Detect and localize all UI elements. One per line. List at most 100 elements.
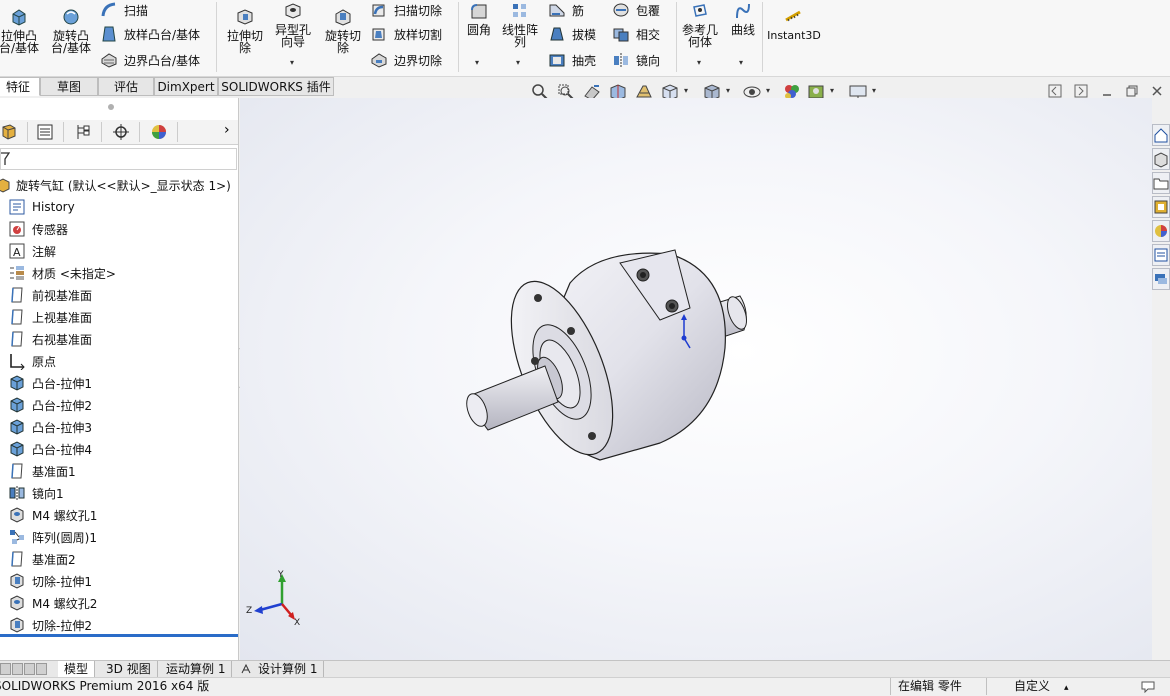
wrap-button[interactable]: 包覆	[612, 0, 660, 20]
instant3d-label: Instant3D	[767, 29, 821, 42]
unit-system-dropdown[interactable]: 自定义 ▴	[1014, 679, 1069, 694]
property-manager-tab[interactable]	[26, 122, 64, 142]
tree-item[interactable]: 基准面1	[8, 460, 76, 482]
configuration-manager-tab[interactable]	[64, 122, 102, 142]
tab-3d-view[interactable]: 3D 视图	[100, 661, 158, 677]
view-settings-dropdown[interactable]: ▾	[872, 86, 876, 95]
tab-features[interactable]: 特征	[0, 77, 40, 96]
curves-dropdown[interactable]: ▾	[739, 58, 743, 67]
scroll-first-icon[interactable]	[0, 663, 11, 675]
tree-item[interactable]: 材质 <未指定>	[8, 262, 116, 284]
scroll-next-icon[interactable]	[24, 663, 35, 675]
reference-geometry-dropdown[interactable]: ▾	[697, 58, 701, 67]
tab-evaluate[interactable]: 评估	[98, 77, 154, 96]
tab-sketch[interactable]: 草图	[40, 77, 98, 96]
tree-item[interactable]: 前视基准面	[8, 284, 92, 306]
display-manager-tab[interactable]	[140, 122, 178, 142]
task-pane-appearances-tab[interactable]	[1152, 220, 1170, 242]
display-style-dropdown[interactable]: ▾	[726, 86, 730, 95]
hole-wizard-button[interactable]: 异型孔 向导	[270, 2, 316, 48]
revolved-cut-button[interactable]: 旋转切 除	[320, 8, 366, 54]
mirror-button[interactable]: 镜向	[612, 50, 660, 70]
close-icon[interactable]	[1150, 84, 1164, 98]
forum-icon	[1155, 274, 1167, 284]
boundary-boss-button[interactable]: 边界凸台/基体	[100, 50, 200, 70]
tree-item[interactable]: 切除-拉伸2	[8, 614, 92, 636]
reference-triad[interactable]	[254, 574, 295, 620]
apply-scene-dropdown[interactable]: ▾	[830, 86, 834, 95]
graphics-area[interactable]: Y Z X	[240, 98, 1152, 660]
extruded-cut-button[interactable]: 拉伸切 除	[222, 8, 268, 54]
task-pane-view-palette-tab[interactable]	[1152, 196, 1170, 218]
scroll-last-icon[interactable]	[36, 663, 47, 675]
revolved-boss-button[interactable]: 旋转凸 台/基体	[46, 8, 96, 54]
instant3d-button[interactable]: Instant3D	[766, 8, 822, 42]
fillet-dropdown[interactable]: ▾	[475, 58, 479, 67]
tab-dimxpert[interactable]: DimXpert	[154, 77, 218, 96]
document-prev-icon[interactable]	[1048, 84, 1062, 98]
feature-manager-tab[interactable]	[0, 122, 28, 142]
reference-geometry-button[interactable]: 参考几 何体	[678, 2, 722, 48]
minimize-icon[interactable]	[1100, 84, 1114, 98]
task-pane-custom-properties-tab[interactable]	[1152, 244, 1170, 266]
tab-solidworks-addins[interactable]: SOLIDWORKS 插件	[218, 77, 334, 96]
tab-design-study[interactable]: 设计算例 1	[236, 661, 325, 677]
extruded-boss-button[interactable]: 拉伸凸 台/基体	[0, 8, 44, 54]
linear-pattern-dropdown[interactable]: ▾	[516, 58, 520, 67]
view-orientation-dropdown[interactable]: ▾	[684, 86, 688, 95]
front-shaft[interactable]	[463, 365, 559, 431]
extruded-boss-label: 拉伸凸 台/基体	[0, 29, 40, 55]
swept-boss-button[interactable]: 扫描	[100, 0, 148, 20]
feature-manager-icon	[2, 124, 15, 140]
tree-item[interactable]: 右视基准面	[8, 328, 92, 350]
tree-item[interactable]: 凸台-拉伸2	[8, 394, 92, 416]
lofted-cut-button[interactable]: 放样切割	[370, 24, 442, 44]
panel-tabs-scroll-right[interactable]: ›	[224, 122, 230, 138]
tab-design-study-label: 设计算例 1	[258, 662, 318, 676]
scroll-prev-icon[interactable]	[12, 663, 23, 675]
task-pane-explorer-tab[interactable]	[1152, 172, 1170, 194]
tree-item[interactable]: 凸台-拉伸4	[8, 438, 92, 460]
tree-item[interactable]: A 注解	[8, 240, 56, 262]
tab-model[interactable]: 模型	[58, 661, 96, 677]
draft-button[interactable]: 拔模	[548, 24, 596, 44]
boundary-cut-button[interactable]: 边界切除	[370, 50, 442, 70]
tree-item[interactable]: M4 螺纹孔1	[8, 504, 97, 526]
rib-button[interactable]: 筋	[548, 0, 584, 20]
swept-cut-button[interactable]: 扫描切除	[370, 0, 442, 20]
fillet-button[interactable]: 圆角	[462, 2, 496, 36]
tree-item[interactable]: 镜向1	[8, 482, 64, 504]
task-pane-home-tab[interactable]	[1152, 124, 1170, 146]
tree-item[interactable]: 基准面2	[8, 548, 76, 570]
tree-item[interactable]: 凸台-拉伸3	[8, 416, 92, 438]
tree-item[interactable]: 阵列(圆周)1	[8, 526, 97, 548]
hole-wizard-dropdown[interactable]: ▾	[290, 58, 294, 67]
tree-root-part[interactable]: 旋转气缸 (默认<<默认>_显示状态 1>)	[0, 174, 231, 196]
linear-pattern-button[interactable]: 线性阵 列	[498, 2, 542, 48]
curves-button[interactable]: 曲线	[726, 2, 760, 36]
tree-item[interactable]: 传感器	[8, 218, 68, 240]
feature-tree-filter-box[interactable]	[0, 148, 237, 170]
tree-item[interactable]: History	[8, 196, 75, 218]
tree-item[interactable]: 凸台-拉伸1	[8, 372, 92, 394]
restore-icon[interactable]	[1125, 84, 1139, 98]
document-next-icon[interactable]	[1074, 84, 1088, 98]
dimxpert-manager-tab[interactable]	[102, 122, 140, 142]
task-pane-resources-tab[interactable]	[1152, 148, 1170, 170]
panel-splitter-handle[interactable]	[108, 104, 114, 110]
extrude-boss-icon	[12, 9, 26, 26]
hide-show-dropdown[interactable]: ▾	[766, 86, 770, 95]
tree-item[interactable]: 上视基准面	[8, 306, 92, 328]
tree-item[interactable]: 原点	[8, 350, 56, 372]
tab-scroll-controls[interactable]	[0, 663, 50, 675]
shell-button[interactable]: 抽壳	[548, 50, 596, 70]
rollback-bar[interactable]	[0, 634, 238, 637]
cad-model-view[interactable]	[240, 98, 1152, 660]
task-pane-forum-tab[interactable]	[1152, 268, 1170, 290]
help-tooltip-icon[interactable]	[1140, 680, 1156, 693]
lofted-boss-button[interactable]: 放样凸台/基体	[100, 24, 200, 44]
tab-motion-study[interactable]: 运动算例 1	[160, 661, 233, 677]
tree-item[interactable]: 切除-拉伸1	[8, 570, 92, 592]
intersect-button[interactable]: 相交	[612, 24, 660, 44]
tree-item[interactable]: M4 螺纹孔2	[8, 592, 97, 614]
